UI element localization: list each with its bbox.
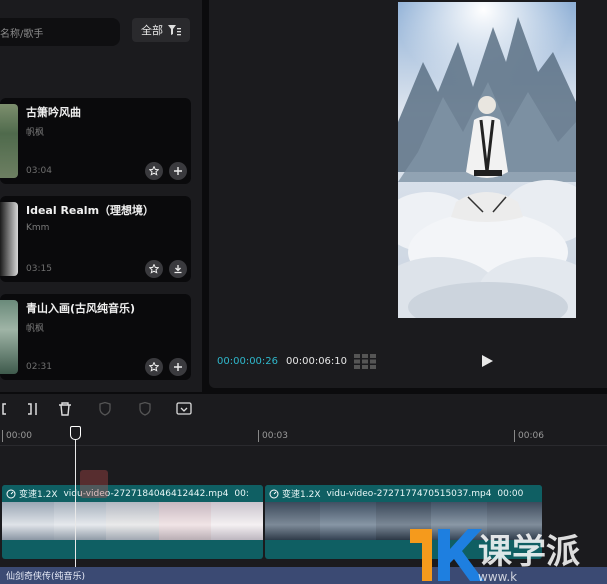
filter-icon — [168, 24, 181, 35]
song-thumbnail — [0, 300, 18, 374]
clip-header: 变速1.2X vidu-video-2727184046412442.mp4 0… — [2, 485, 263, 502]
star-icon — [149, 264, 159, 274]
song-title: Ideal Realm（理想境） — [26, 204, 155, 217]
song-title: 古箫吟风曲 — [26, 106, 81, 119]
current-time: 00:00:00:26 — [217, 356, 279, 367]
clip-marker — [80, 470, 108, 498]
favorite-button[interactable] — [145, 358, 163, 376]
bracket-icon — [2, 403, 6, 415]
favorite-button[interactable] — [145, 260, 163, 278]
clip-time: 00: — [234, 488, 249, 499]
split-icon — [28, 403, 37, 415]
trash-icon — [59, 402, 71, 416]
screen-record-button[interactable] — [176, 401, 192, 417]
search-input[interactable]: 名称/歌手 — [0, 18, 120, 46]
watermark-logo: 课学派 www.k — [410, 529, 580, 584]
plus-icon — [174, 167, 182, 175]
monitor-icon — [176, 402, 192, 415]
clip-header: 变速1.2X vidu-video-2727177470515037.mp4 0… — [265, 485, 542, 502]
preview-panel: 00:00:00:26 00:00:06:10 — [209, 0, 607, 388]
filter-label: 全部 — [141, 24, 163, 37]
shield-button[interactable] — [97, 401, 113, 417]
shield-icon — [139, 401, 151, 416]
split-button[interactable] — [24, 401, 40, 417]
speed-icon — [6, 489, 16, 498]
playhead-handle[interactable] — [70, 426, 81, 440]
filter-button[interactable]: 全部 — [132, 18, 190, 42]
playhead-line[interactable] — [75, 434, 76, 584]
video-preview — [398, 2, 576, 318]
song-artist: Kmm — [26, 223, 50, 233]
time-ruler[interactable]: 00:00 00:03 00:06 — [0, 426, 607, 446]
song-artist: 帆枫 — [26, 324, 45, 334]
song-card[interactable]: 青山入画(古风纯音乐) 帆枫 02:31 — [0, 294, 191, 380]
play-button[interactable] — [480, 354, 494, 368]
song-thumbnail — [0, 104, 18, 178]
song-duration: 03:15 — [26, 264, 52, 274]
video-clip[interactable]: 变速1.2X vidu-video-2727184046412442.mp4 0… — [2, 485, 263, 559]
clip-speed: 变速1.2X — [19, 490, 58, 500]
song-duration: 03:04 — [26, 166, 52, 176]
shield-icon — [99, 401, 111, 416]
ruler-label: 00:06 — [518, 431, 544, 441]
ruler-label: 00:03 — [262, 431, 288, 441]
add-song-button[interactable] — [169, 358, 187, 376]
speed-icon — [269, 489, 279, 498]
ruler-tick — [2, 430, 3, 442]
clip-speed: 变速1.2X — [282, 490, 321, 500]
shield-button[interactable] — [137, 401, 153, 417]
ruler-tick — [514, 430, 515, 442]
clip-time: 00:00 — [497, 488, 524, 499]
song-title: 青山入画(古风纯音乐) — [26, 302, 136, 315]
ruler-tick — [258, 430, 259, 442]
timeline-toolbar — [0, 394, 607, 426]
delete-button[interactable] — [57, 401, 73, 417]
add-song-button[interactable] — [169, 162, 187, 180]
total-time: 00:00:06:10 — [286, 356, 348, 367]
song-card[interactable]: 古箫吟风曲 帆枫 03:04 — [0, 98, 191, 184]
watermark-text: 课学派 — [478, 532, 580, 572]
plus-icon — [174, 363, 182, 371]
clip-filename: vidu-video-2727177470515037.mp4 — [326, 488, 492, 499]
preview-image — [398, 2, 576, 318]
song-thumbnail — [0, 202, 18, 276]
split-left-button[interactable] — [0, 401, 16, 417]
song-card[interactable]: Ideal Realm（理想境） Kmm 03:15 — [0, 196, 191, 282]
aspect-ratio-icon[interactable] — [354, 354, 376, 369]
search-placeholder: 名称/歌手 — [0, 29, 44, 40]
song-artist: 帆枫 — [26, 128, 45, 138]
download-song-button[interactable] — [169, 260, 187, 278]
download-icon — [174, 265, 182, 274]
music-panel: 名称/歌手 全部 古箫吟风曲 帆枫 03:04 Ideal Realm（理想境）… — [0, 0, 202, 392]
clip-thumbnails — [2, 502, 263, 540]
song-duration: 02:31 — [26, 362, 52, 372]
watermark-url: www.k — [478, 570, 517, 584]
audio-track-label: 仙剑奇侠传(纯音乐) — [6, 572, 86, 582]
ruler-label: 00:00 — [6, 431, 32, 441]
star-icon — [149, 362, 159, 372]
favorite-button[interactable] — [145, 162, 163, 180]
star-icon — [149, 166, 159, 176]
